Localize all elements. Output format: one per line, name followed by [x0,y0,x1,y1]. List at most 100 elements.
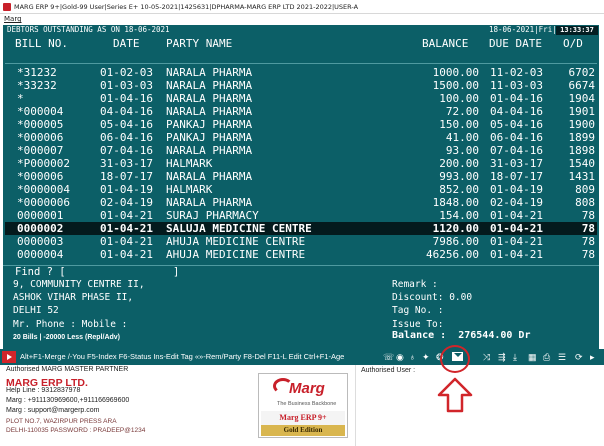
col-header-balance[interactable]: BALANCE [422,37,468,50]
next-icon[interactable]: ▸ [590,349,595,365]
cell-bill-no: 0000004 [17,248,64,261]
cell-od: 1431 [568,170,596,183]
table-row[interactable]: *000005 05-04-16 PANKAJ PHARMA 150.00 05-04-… [5,118,597,131]
find-label[interactable]: Find ? [ [15,266,66,278]
cell-bill-no: 0000001 [17,209,64,222]
cell-party: NARALA PHARMA [166,92,253,105]
col-header-date[interactable]: DATE [113,37,140,50]
menu-icon[interactable]: ☰ [558,349,566,365]
authorised-user-label: Authorised User : [361,367,416,374]
table-row[interactable]: 0000002 01-04-21 SALUJA MEDICINE CENTRE 112… [5,222,597,235]
refresh-icon[interactable]: ⟳ [575,349,583,365]
logo-edition: Gold Edition [261,425,345,436]
cell-due-date: 01-04-21 [490,248,543,261]
cell-od: 78 [581,248,595,261]
cell-party: HALMARK [166,183,213,196]
phone-icon[interactable]: ☏ [383,349,394,365]
address-line3: DELHI 52 [13,305,59,316]
cell-od: 6674 [568,79,596,92]
table-row[interactable]: 0000004 01-04-21 AHUJA MEDICINE CENTRE 4625… [5,248,597,261]
cell-bill-no: *P000002 [17,157,70,170]
col-header-bill-no[interactable]: BILL NO. [15,37,68,50]
download-icon[interactable]: ⤓ [513,349,517,365]
table-row[interactable]: *33232 01-03-03 NARALA PHARMA 1500.00 11-03-… [5,79,597,92]
table-row[interactable]: * 01-04-16 NARALA PHARMA 100.00 01-04-16 1904 [5,92,597,105]
table-row[interactable]: *0000004 01-04-19 HALMARK 852.00 01-04-19 809 [5,183,597,196]
cell-party: PANKAJ PHARMA [166,118,253,131]
cell-balance: 993.00 [439,170,479,183]
cell-date: 01-02-03 [100,66,153,79]
cell-date: 05-04-16 [100,118,153,131]
up-arrow-icon [437,377,473,413]
play-icon[interactable] [2,351,16,363]
twitter-icon[interactable]: ✦ [422,349,430,365]
logo-word: Marg [289,380,325,397]
plot-address: PLOT NO.7, WAZIRPUR PRESS ARA [6,418,117,425]
bills-summary: 20 Bills | -20000 Less (Repl/Adv) [13,334,121,341]
bulb-icon[interactable]: ♁ [409,349,416,365]
col-header-due-date[interactable]: DUE DATE [489,37,542,50]
table-row[interactable]: *31232 01-02-03 NARALA PHARMA 1000.00 11-02-… [5,66,597,79]
cell-party: HALMARK [166,157,213,170]
cell-date: 31-03-17 [100,157,153,170]
table-row[interactable]: *000004 04-04-16 NARALA PHARMA 72.00 04-04-1… [5,105,597,118]
cell-due-date: 01-04-16 [490,92,543,105]
cell-party: NARALA PHARMA [166,196,253,209]
discount-label: Discount: 0.00 [392,292,473,303]
cell-balance: 852.00 [439,183,479,196]
cell-date: 01-04-19 [100,183,153,196]
table-row[interactable]: *P000002 31-03-17 HALMARK 200.00 31-03-17 154… [5,157,597,170]
cell-due-date: 05-04-16 [490,118,543,131]
cell-balance: 72.00 [445,105,479,118]
cell-bill-no: * [17,92,24,105]
cell-date: 01-04-21 [100,209,153,222]
cell-balance: 1000.00 [432,66,479,79]
print-icon[interactable]: ⎙ [543,349,550,365]
menu-item-marg[interactable]: Marg [4,14,22,25]
cell-od: 6702 [568,66,596,79]
cell-balance: 46256.00 [426,248,479,261]
cell-od: 1904 [568,92,596,105]
col-header-od[interactable]: O/D [563,37,583,50]
highlight-circle [440,345,470,373]
table-row[interactable]: *000007 07-04-16 NARALA PHARMA 93.00 07-04-1… [5,144,597,157]
shuffle-icon[interactable]: ⤨ [483,349,490,365]
password-line: DELHI-110035 PASSWORD : PRADEEP@1234 [6,427,146,434]
table-row[interactable]: 0000003 01-04-21 AHUJA MEDICINE CENTRE 7986… [5,235,597,248]
cell-party: NARALA PHARMA [166,144,253,157]
partner-label: Authorised MARG MASTER PARTNER [6,366,129,373]
cell-od: 808 [575,196,595,209]
cell-party: PANKAJ PHARMA [166,131,253,144]
address-line1: 9, COMMUNITY CENTRE II, [13,279,145,290]
cell-od: 1899 [568,131,596,144]
cell-od: 809 [575,183,595,196]
table-row[interactable]: *000006 18-07-17 NARALA PHARMA 993.00 18-07-… [5,170,597,183]
cell-od: 78 [581,235,595,248]
cell-balance: 200.00 [439,157,479,170]
cell-party: NARALA PHARMA [166,105,253,118]
report-panel: DEBTORS OUTSTANDING AS ON 18-06-2021 18-… [3,25,599,349]
cell-date: 01-04-21 [100,222,153,235]
issue-to-label: Issue To: [392,319,444,330]
whatsapp-icon[interactable]: ◉ [396,349,404,365]
cell-date: 01-04-21 [100,248,153,261]
table-row[interactable]: 0000001 01-04-21 SURAJ PHARMACY 154.00 01-04… [5,209,597,222]
cell-due-date: 02-04-19 [490,196,543,209]
table-row[interactable]: *0000006 02-04-19 NARALA PHARMA 1848.00 02-0… [5,196,597,209]
grid-icon[interactable]: ▦ [528,349,537,365]
cell-balance: 7986.00 [432,235,479,248]
col-header-party[interactable]: PARTY NAME [166,37,232,50]
logo-tagline: The Business Backbone [277,401,337,407]
footer-panel: Authorised MARG MASTER PARTNER MARG ERP … [0,365,604,446]
menu-bar: Marg [0,14,604,25]
cell-party: AHUJA MEDICINE CENTRE [166,235,306,248]
export-icon[interactable]: ⇶ [498,349,506,365]
cell-party: NARALA PHARMA [166,66,253,79]
marg-phone: Marg : +911130969600,+911166969600 [6,397,130,404]
shortcut-bar: Alt+F1-Merge /-You F5-Index F6-Status In… [0,349,604,365]
balance-summary: Balance : 276544.00 Dr [392,330,530,341]
table-row[interactable]: *000006 06-04-16 PANKAJ PHARMA 41.00 06-04-1… [5,131,597,144]
cell-due-date: 18-07-17 [490,170,543,183]
cell-due-date: 07-04-16 [490,144,543,157]
cell-bill-no: *000005 [17,118,64,131]
